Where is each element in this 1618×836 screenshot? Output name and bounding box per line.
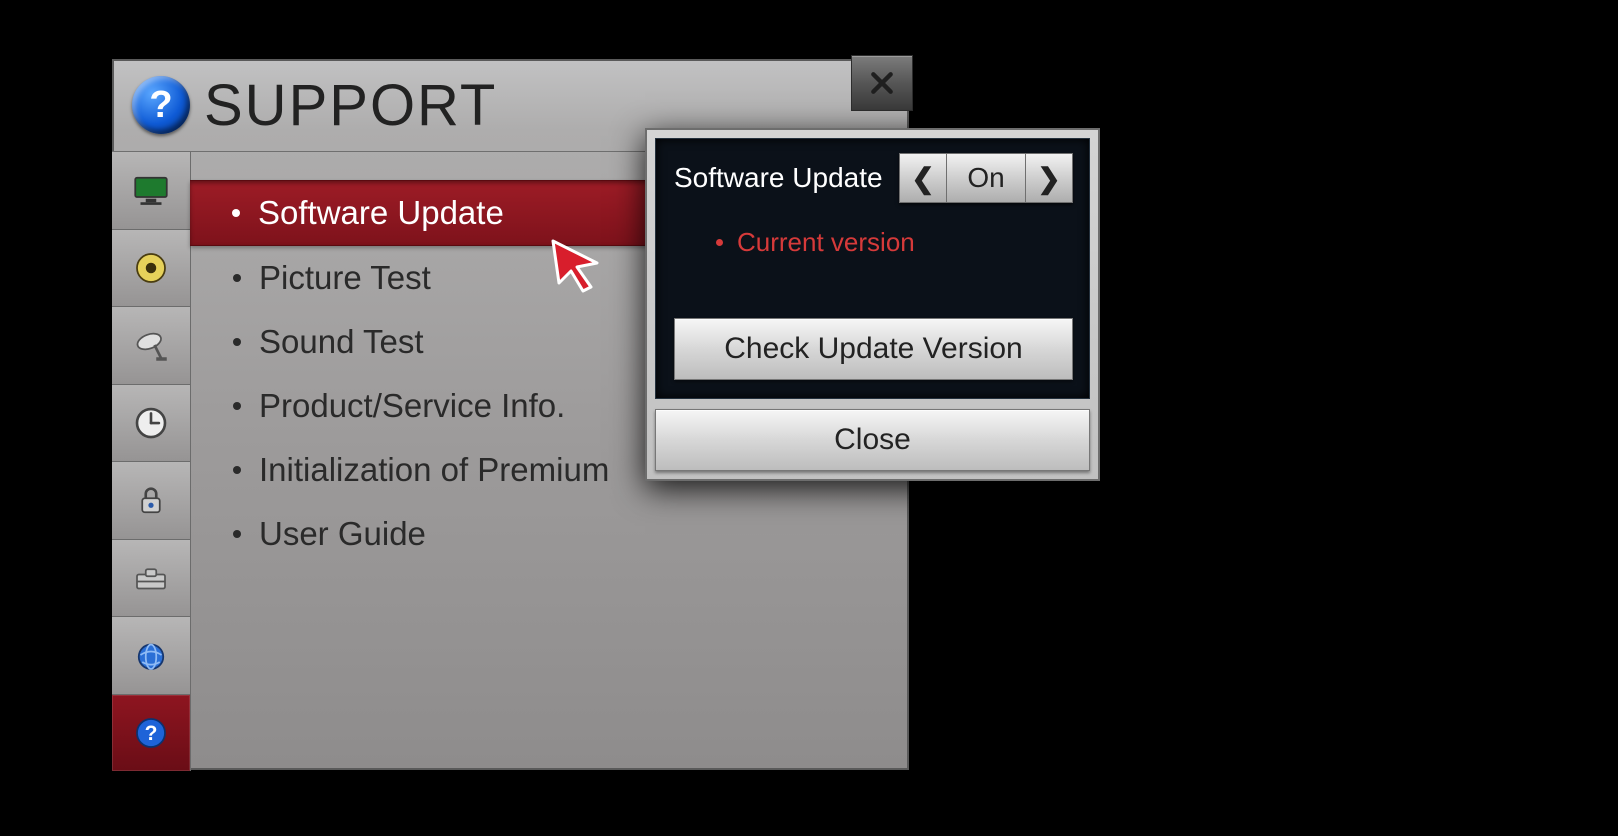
toggle-next-button[interactable]: ❯ bbox=[1025, 153, 1073, 203]
toolbox-icon bbox=[130, 557, 172, 599]
bullet-icon bbox=[233, 402, 241, 410]
globe-icon bbox=[130, 634, 172, 676]
bullet-icon bbox=[233, 530, 241, 538]
chevron-left-icon: ❮ bbox=[911, 162, 934, 195]
sidebar-item-time[interactable] bbox=[112, 385, 190, 463]
toggle-value: On bbox=[947, 153, 1025, 203]
menu-item-label: Product/Service Info. bbox=[259, 387, 565, 425]
popup-header-row: Software Update ❮ On ❯ bbox=[674, 153, 1073, 203]
check-update-version-button[interactable]: Check Update Version bbox=[674, 318, 1073, 380]
menu-item-label: User Guide bbox=[259, 515, 426, 553]
menu-item-label: Initialization of Premium bbox=[259, 451, 609, 489]
sidebar-item-picture[interactable] bbox=[112, 152, 190, 230]
question-icon: ? bbox=[130, 712, 172, 754]
sidebar-item-support[interactable]: ? bbox=[112, 695, 190, 772]
svg-text:?: ? bbox=[145, 722, 158, 745]
bullet-icon bbox=[232, 209, 240, 217]
sidebar-item-sound[interactable] bbox=[112, 230, 190, 308]
menu-item-label: Sound Test bbox=[259, 323, 424, 361]
sidebar-item-network[interactable] bbox=[112, 617, 190, 695]
software-update-popup: Software Update ❮ On ❯ Current version C… bbox=[645, 128, 1100, 481]
toggle-prev-button[interactable]: ❮ bbox=[899, 153, 947, 203]
current-version-label: Current version bbox=[737, 227, 915, 258]
bullet-icon bbox=[233, 274, 241, 282]
bullet-icon bbox=[233, 466, 241, 474]
current-version-row: Current version bbox=[716, 227, 1073, 258]
sidebar-item-channel[interactable] bbox=[112, 307, 190, 385]
popup-dark-panel: Software Update ❮ On ❯ Current version C… bbox=[655, 138, 1090, 399]
close-window-button[interactable] bbox=[851, 55, 913, 111]
category-sidebar: ? bbox=[112, 152, 191, 771]
speaker-icon bbox=[130, 247, 172, 289]
close-icon bbox=[869, 70, 895, 96]
tv-icon bbox=[130, 169, 172, 211]
popup-title: Software Update bbox=[674, 162, 883, 194]
bullet-icon bbox=[716, 239, 723, 246]
chevron-right-icon: ❯ bbox=[1037, 162, 1060, 195]
sidebar-item-option[interactable] bbox=[112, 540, 190, 618]
bullet-icon bbox=[233, 338, 241, 346]
clock-icon bbox=[130, 402, 172, 444]
window-title: SUPPORT bbox=[204, 72, 497, 139]
close-popup-button[interactable]: Close bbox=[655, 409, 1090, 471]
menu-item-user-guide[interactable]: User Guide bbox=[191, 502, 909, 566]
software-update-toggle: ❮ On ❯ bbox=[899, 153, 1073, 203]
button-label: Check Update Version bbox=[724, 332, 1023, 366]
sidebar-item-lock[interactable] bbox=[112, 462, 190, 540]
menu-item-label: Software Update bbox=[258, 194, 504, 232]
help-icon: ? bbox=[132, 76, 190, 134]
menu-item-label: Picture Test bbox=[259, 259, 431, 297]
button-label: Close bbox=[834, 423, 911, 457]
lock-icon bbox=[130, 479, 172, 521]
satellite-icon bbox=[130, 324, 172, 366]
